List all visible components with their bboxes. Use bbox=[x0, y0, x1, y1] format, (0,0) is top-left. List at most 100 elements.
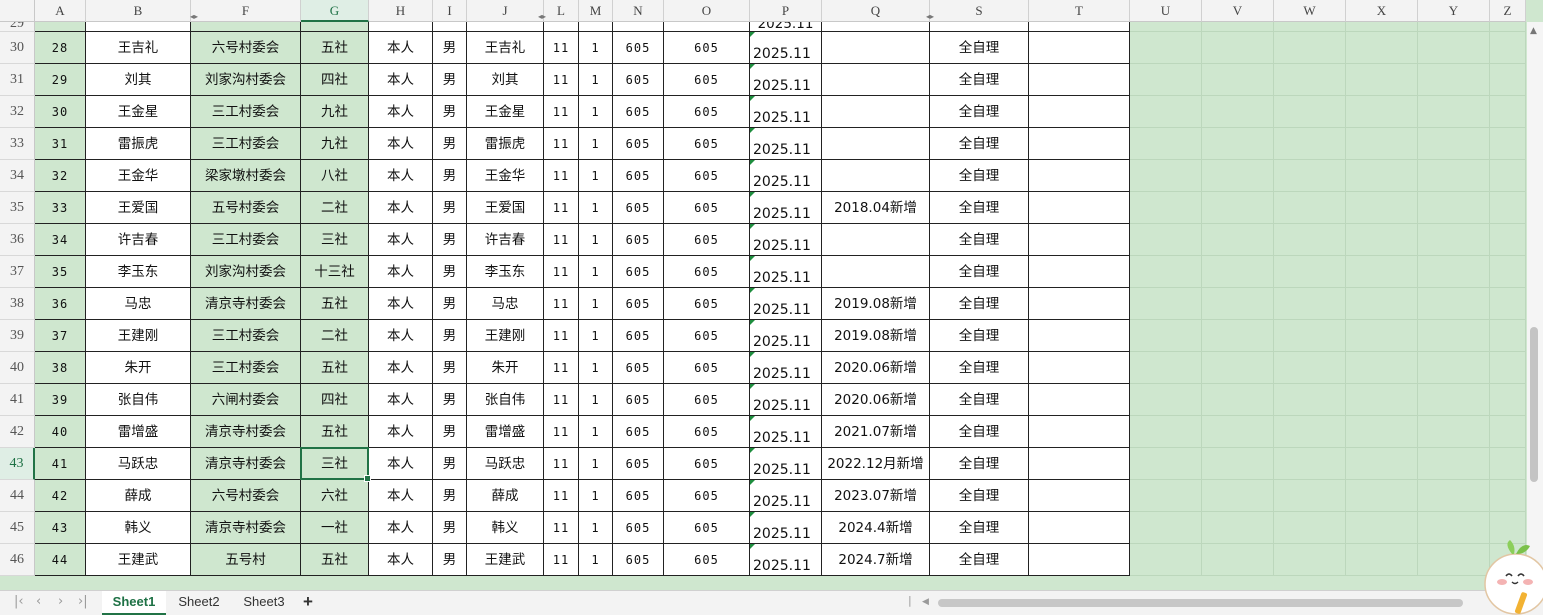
cell-g[interactable]: 九社 bbox=[301, 128, 369, 160]
cell-g[interactable]: 五社 bbox=[301, 416, 369, 448]
cell-t[interactable] bbox=[1029, 480, 1130, 512]
scroll-divider[interactable]: | bbox=[908, 594, 912, 607]
cell-t[interactable] bbox=[1029, 224, 1130, 256]
cell-q[interactable]: 2024.4新增 bbox=[822, 512, 930, 544]
cell-m[interactable]: 1 bbox=[579, 416, 613, 448]
empty-cell[interactable] bbox=[1130, 32, 1202, 64]
row-header[interactable]: 46 bbox=[0, 544, 35, 576]
cell-i[interactable]: 男 bbox=[433, 544, 467, 576]
cell-j[interactable]: 朱开 bbox=[467, 352, 544, 384]
cell-q[interactable]: 2019.08新增 bbox=[822, 320, 930, 352]
cell-f[interactable]: 清京寺村委会 bbox=[191, 448, 301, 480]
column-header-u[interactable]: U bbox=[1130, 0, 1202, 22]
cell-i[interactable]: 男 bbox=[433, 192, 467, 224]
cell-s[interactable]: 全自理 bbox=[930, 160, 1029, 192]
cell-j[interactable]: 许吉春 bbox=[467, 224, 544, 256]
empty-cell[interactable] bbox=[1346, 160, 1418, 192]
empty-cell[interactable] bbox=[1346, 352, 1418, 384]
empty-cell[interactable] bbox=[1202, 480, 1274, 512]
empty-cell[interactable] bbox=[1346, 96, 1418, 128]
empty-cell[interactable] bbox=[1274, 224, 1346, 256]
cell-s[interactable]: 全自理 bbox=[930, 288, 1029, 320]
prev-sheet-icon[interactable]: ‹ bbox=[36, 594, 41, 609]
cell-f[interactable] bbox=[191, 22, 301, 32]
empty-cell[interactable] bbox=[1490, 192, 1526, 224]
cell-p[interactable]: 2025.11 bbox=[750, 224, 822, 256]
empty-cell[interactable] bbox=[1130, 64, 1202, 96]
row-header[interactable]: 45 bbox=[0, 512, 35, 544]
empty-cell[interactable] bbox=[1202, 224, 1274, 256]
cell-n[interactable]: 605 bbox=[613, 160, 664, 192]
empty-cell[interactable] bbox=[1490, 224, 1526, 256]
cell-o[interactable]: 605 bbox=[664, 64, 750, 96]
empty-cell[interactable] bbox=[1202, 288, 1274, 320]
empty-cell[interactable] bbox=[1418, 22, 1490, 32]
cell-g[interactable]: 一社 bbox=[301, 512, 369, 544]
cell-i[interactable]: 男 bbox=[433, 480, 467, 512]
cell-g[interactable]: 五社 bbox=[301, 288, 369, 320]
cell-a[interactable]: 43 bbox=[35, 512, 86, 544]
empty-cell[interactable] bbox=[1418, 512, 1490, 544]
cell-s[interactable]: 全自理 bbox=[930, 352, 1029, 384]
cell-t[interactable] bbox=[1029, 64, 1130, 96]
cell-q[interactable]: 2021.07新增 bbox=[822, 416, 930, 448]
empty-cell[interactable] bbox=[1490, 352, 1526, 384]
empty-cell[interactable] bbox=[1346, 544, 1418, 576]
cell-i[interactable]: 男 bbox=[433, 288, 467, 320]
cell-i[interactable] bbox=[433, 22, 467, 32]
empty-cell[interactable] bbox=[1274, 288, 1346, 320]
cell-i[interactable]: 男 bbox=[433, 384, 467, 416]
cell-m[interactable]: 1 bbox=[579, 288, 613, 320]
empty-cell[interactable] bbox=[1130, 160, 1202, 192]
cell-q[interactable] bbox=[822, 128, 930, 160]
cell-a[interactable]: 42 bbox=[35, 480, 86, 512]
cell-h[interactable]: 本人 bbox=[369, 320, 433, 352]
hidden-columns-marker[interactable]: ◂▸ bbox=[538, 12, 546, 21]
cell-o[interactable]: 605 bbox=[664, 96, 750, 128]
empty-cell[interactable] bbox=[1274, 32, 1346, 64]
cell-t[interactable] bbox=[1029, 128, 1130, 160]
cell-s[interactable]: 全自理 bbox=[930, 544, 1029, 576]
empty-cell[interactable] bbox=[1130, 416, 1202, 448]
column-header-i[interactable]: I bbox=[433, 0, 467, 22]
cell-a[interactable]: 31 bbox=[35, 128, 86, 160]
row-header[interactable]: 41 bbox=[0, 384, 35, 416]
cell-s[interactable]: 全自理 bbox=[930, 192, 1029, 224]
tab-sheet3[interactable]: Sheet3 bbox=[232, 591, 296, 615]
cell-s[interactable]: 全自理 bbox=[930, 128, 1029, 160]
cell-i[interactable]: 男 bbox=[433, 416, 467, 448]
cell-m[interactable]: 1 bbox=[579, 320, 613, 352]
cell-q[interactable] bbox=[822, 64, 930, 96]
row-header[interactable]: 44 bbox=[0, 480, 35, 512]
column-header-q[interactable]: Q bbox=[822, 0, 930, 22]
empty-cell[interactable] bbox=[1418, 128, 1490, 160]
cell-a[interactable]: 37 bbox=[35, 320, 86, 352]
cell-j[interactable]: 王爱国 bbox=[467, 192, 544, 224]
cell-m[interactable]: 1 bbox=[579, 448, 613, 480]
empty-cell[interactable] bbox=[1490, 416, 1526, 448]
cell-q[interactable] bbox=[822, 160, 930, 192]
cell-l[interactable]: 11 bbox=[544, 480, 579, 512]
cell-l[interactable]: 11 bbox=[544, 512, 579, 544]
cell-g[interactable]: 五社 bbox=[301, 352, 369, 384]
cell-t[interactable] bbox=[1029, 416, 1130, 448]
cell-q[interactable] bbox=[822, 224, 930, 256]
cell-n[interactable]: 605 bbox=[613, 416, 664, 448]
empty-cell[interactable] bbox=[1490, 384, 1526, 416]
empty-cell[interactable] bbox=[1418, 160, 1490, 192]
cell-p[interactable]: 2025.11 bbox=[750, 192, 822, 224]
cell-n[interactable]: 605 bbox=[613, 512, 664, 544]
cell-q[interactable]: 2019.08新增 bbox=[822, 288, 930, 320]
cell-t[interactable] bbox=[1029, 22, 1130, 32]
empty-cell[interactable] bbox=[1418, 480, 1490, 512]
empty-cell[interactable] bbox=[1274, 192, 1346, 224]
cell-f[interactable]: 三工村委会 bbox=[191, 320, 301, 352]
cell-m[interactable] bbox=[579, 22, 613, 32]
cell-s[interactable]: 全自理 bbox=[930, 448, 1029, 480]
empty-cell[interactable] bbox=[1202, 544, 1274, 576]
empty-cell[interactable] bbox=[1274, 128, 1346, 160]
cell-h[interactable]: 本人 bbox=[369, 192, 433, 224]
cell-n[interactable]: 605 bbox=[613, 384, 664, 416]
cell-i[interactable]: 男 bbox=[433, 352, 467, 384]
cell-b[interactable]: 王金星 bbox=[86, 96, 191, 128]
